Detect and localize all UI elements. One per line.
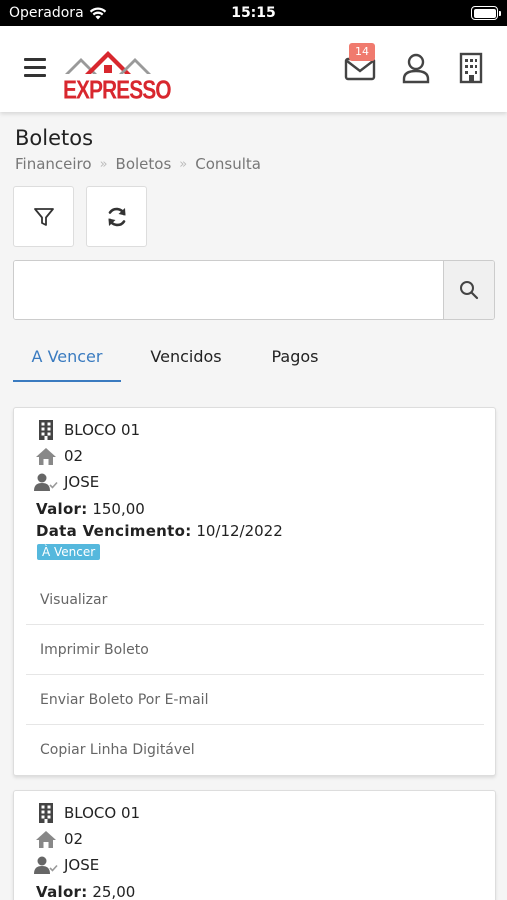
- boleto-card: BLOCO 01 02 JOSE Valor: 150,00 Data Venc…: [13, 407, 496, 776]
- vencimento-key: Data Vencimento:: [36, 522, 192, 540]
- status-badge: À Vencer: [37, 544, 101, 560]
- morador-label: JOSE: [64, 856, 100, 874]
- menu-button[interactable]: [24, 58, 48, 78]
- morador-row: JOSE: [34, 855, 99, 875]
- breadcrumb-consulta: Consulta: [195, 155, 261, 173]
- user-check-icon: [34, 473, 58, 491]
- valor-value: 25,00: [92, 883, 136, 900]
- home-icon: [36, 831, 56, 848]
- user-check-icon: [34, 856, 58, 874]
- copiar-linha-action[interactable]: Copiar Linha Digitável: [26, 725, 484, 775]
- filter-button[interactable]: [13, 186, 74, 247]
- tab-pagos[interactable]: Pagos: [249, 336, 341, 382]
- expresso-logo: EXPRESSO: [63, 48, 172, 105]
- valor-row: Valor: 25,00: [36, 883, 135, 900]
- page-title: Boletos: [15, 126, 94, 150]
- tab-a-vencer[interactable]: A Vencer: [13, 336, 121, 382]
- valor-row: Valor: 150,00: [36, 500, 145, 518]
- search-bar: [13, 260, 495, 320]
- valor-value: 150,00: [92, 500, 145, 518]
- refresh-icon: [108, 207, 125, 226]
- bloco-label: BLOCO 01: [64, 421, 141, 439]
- vencimento-value: 10/12/2022: [196, 522, 283, 540]
- breadcrumb-financeiro[interactable]: Financeiro: [15, 155, 92, 173]
- unidade-row: 02: [34, 829, 83, 849]
- building-icon[interactable]: [457, 52, 485, 84]
- bloco-row: BLOCO 01: [34, 420, 140, 440]
- filter-icon: [33, 207, 54, 226]
- vencimento-row: Data Vencimento: 10/12/2022: [36, 522, 283, 540]
- breadcrumb-boletos[interactable]: Boletos: [116, 155, 172, 173]
- unidade-label: 02: [64, 830, 84, 848]
- user-icon[interactable]: [401, 52, 431, 84]
- valor-key: Valor:: [36, 883, 88, 900]
- building-icon: [39, 420, 53, 440]
- breadcrumb-separator-icon: »: [179, 156, 188, 172]
- morador-label: JOSE: [64, 473, 100, 491]
- tab-vencidos[interactable]: Vencidos: [133, 336, 239, 382]
- search-input[interactable]: [14, 261, 444, 319]
- building-icon: [39, 803, 53, 823]
- imprimir-boleto-action[interactable]: Imprimir Boleto: [26, 625, 484, 675]
- visualizar-action[interactable]: Visualizar: [26, 575, 484, 625]
- breadcrumb-separator-icon: »: [99, 156, 108, 172]
- valor-key: Valor:: [36, 500, 88, 518]
- battery-icon: [471, 6, 501, 20]
- bloco-label: BLOCO 01: [64, 804, 141, 822]
- app-header: EXPRESSO 14: [0, 26, 507, 112]
- tab-bar: A Vencer Vencidos Pagos: [13, 336, 495, 382]
- home-icon: [36, 448, 56, 465]
- logo-text: EXPRESSO: [63, 76, 172, 105]
- clock: 15:15: [231, 5, 276, 21]
- search-icon: [460, 281, 479, 300]
- search-button[interactable]: [443, 261, 494, 319]
- refresh-button[interactable]: [86, 186, 147, 247]
- unidade-row: 02: [34, 446, 83, 466]
- enviar-email-action[interactable]: Enviar Boleto Por E-mail: [26, 675, 484, 725]
- boleto-card: BLOCO 01 02 JOSE Valor: 25,00: [13, 790, 496, 900]
- unidade-label: 02: [64, 447, 84, 465]
- messages-badge: 14: [349, 43, 375, 61]
- breadcrumb: Financeiro » Boletos » Consulta: [15, 155, 261, 173]
- status-bar: Operadora 15:15: [0, 0, 507, 26]
- morador-row: JOSE: [34, 472, 99, 492]
- bloco-row: BLOCO 01: [34, 803, 140, 823]
